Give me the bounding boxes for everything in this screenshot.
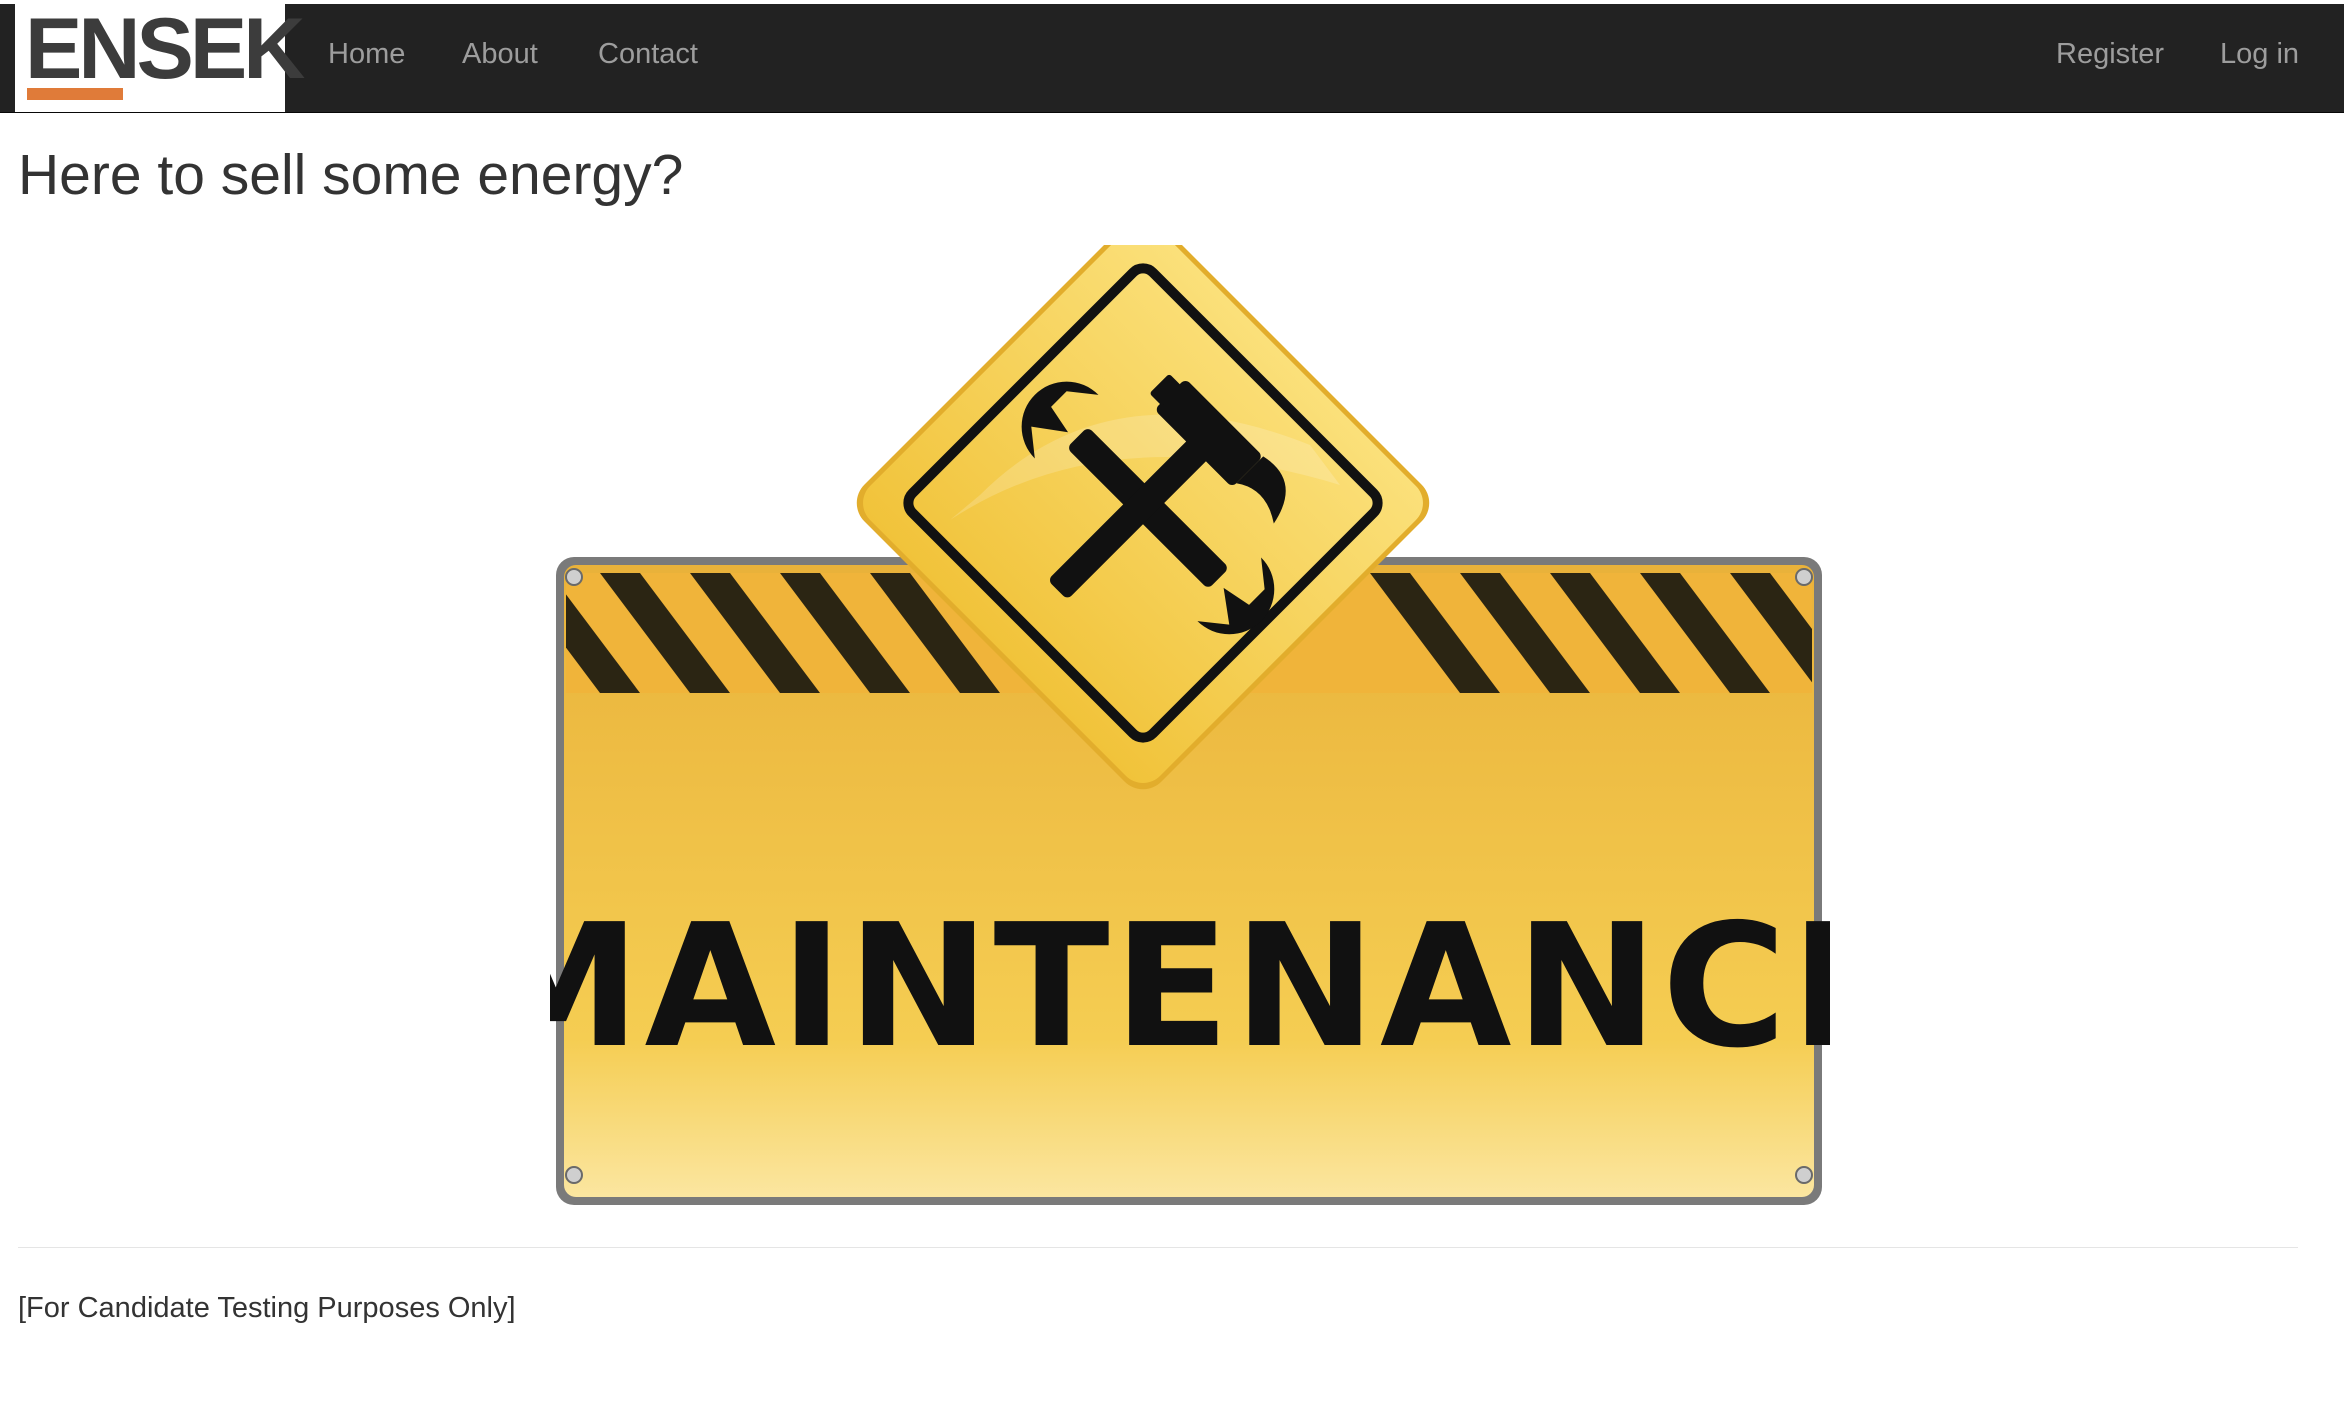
screw-icon: [565, 1166, 583, 1184]
screw-icon: [565, 568, 583, 586]
screw-icon: [1795, 568, 1813, 586]
logo-underline: [27, 88, 123, 100]
brand-logo[interactable]: ENSEK: [15, 4, 305, 112]
nav-about-link[interactable]: About: [462, 38, 538, 71]
footer-divider: [18, 1247, 2298, 1248]
logo-text: ENSEK: [25, 1, 305, 97]
nav-login-link[interactable]: Log in: [2220, 38, 2299, 71]
nav-home-link[interactable]: Home: [328, 38, 405, 71]
footer-text: [For Candidate Testing Purposes Only]: [18, 1292, 516, 1324]
nav-register-link[interactable]: Register: [2056, 38, 2164, 71]
maintenance-sign-graphic: MAINTENANCE: [471, 216, 1907, 1205]
maintenance-text: MAINTENANCE: [550, 888, 1830, 1086]
page-title: Here to sell some energy?: [18, 143, 684, 207]
top-navbar: ENSEK Home About Contact Register Log in: [0, 4, 2344, 113]
nav-contact-link[interactable]: Contact: [598, 38, 698, 71]
screw-icon: [1795, 1166, 1813, 1184]
maintenance-image: MAINTENANCE: [471, 216, 1907, 1210]
